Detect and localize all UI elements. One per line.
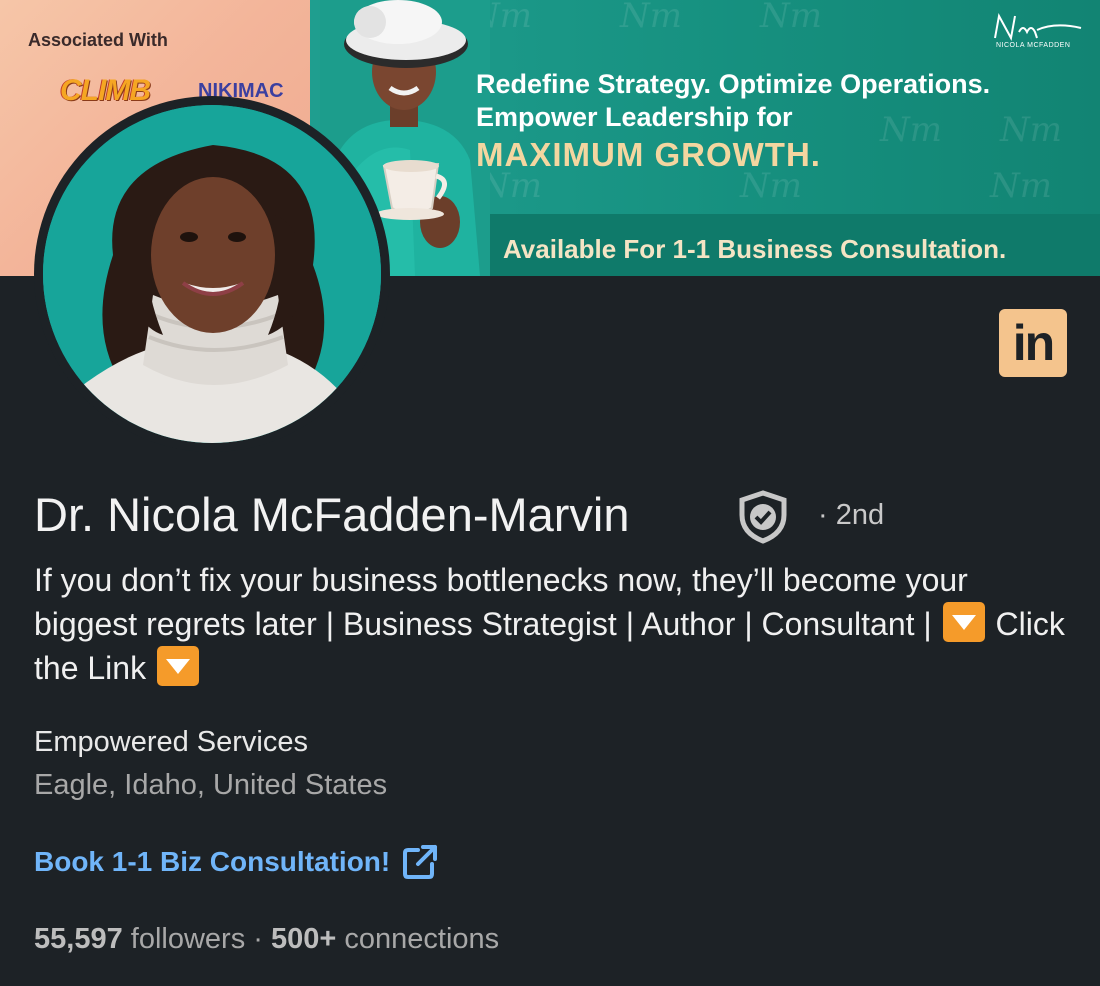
profile-location: Eagle, Idaho, United States xyxy=(34,769,388,801)
profile-stats: 55,597 followers · 500+ connections xyxy=(34,923,499,956)
headline-text: If you don’t fix your business bottlenec… xyxy=(34,562,968,642)
down-arrow-emoji-icon xyxy=(156,646,199,686)
verified-shield-icon[interactable] xyxy=(736,489,790,545)
climb-logo: CLIMB xyxy=(60,74,151,107)
stats-separator: · xyxy=(253,923,263,955)
banner-headline-line2: Empower Leadership for xyxy=(476,102,793,132)
avatar-photo xyxy=(43,105,381,443)
connections-count[interactable]: 500+ xyxy=(271,923,336,955)
connections-label[interactable]: connections xyxy=(344,923,499,955)
linkedin-logo-icon: in xyxy=(999,309,1067,377)
avatar-portrait-illustration xyxy=(43,105,381,443)
profile-avatar[interactable] xyxy=(34,96,390,452)
external-link-icon xyxy=(403,845,438,879)
current-company[interactable]: Empowered Services xyxy=(34,726,308,759)
banner-headline-accent: MAXIMUM GROWTH. xyxy=(476,136,821,173)
followers-label[interactable]: followers xyxy=(131,923,245,955)
banner-headline: Redefine Strategy. Optimize Operations. … xyxy=(476,68,1076,134)
banner-cta-text: Available For 1-1 Business Consultation. xyxy=(503,234,1007,264)
watermark-icon: Nm xyxy=(620,0,682,36)
associated-with-label: Associated With xyxy=(28,30,168,50)
followers-count[interactable]: 55,597 xyxy=(34,923,123,955)
website-link-label: Book 1-1 Biz Consultation! xyxy=(34,846,391,877)
brand-name-text: NICOLA MCFADDEN xyxy=(996,42,1071,49)
profile-headline: If you don’t fix your business bottlenec… xyxy=(34,559,1074,690)
watermark-icon: Nm xyxy=(990,166,1052,206)
website-link[interactable]: Book 1-1 Biz Consultation! xyxy=(34,844,438,880)
profile-name: Dr. Nicola McFadden-Marvin xyxy=(34,488,630,541)
connection-degree: · 2nd xyxy=(818,499,885,531)
banner-headline-line1: Redefine Strategy. Optimize Operations. xyxy=(476,69,991,99)
watermark-icon: Nm xyxy=(760,0,822,36)
down-arrow-emoji-icon xyxy=(942,602,985,642)
